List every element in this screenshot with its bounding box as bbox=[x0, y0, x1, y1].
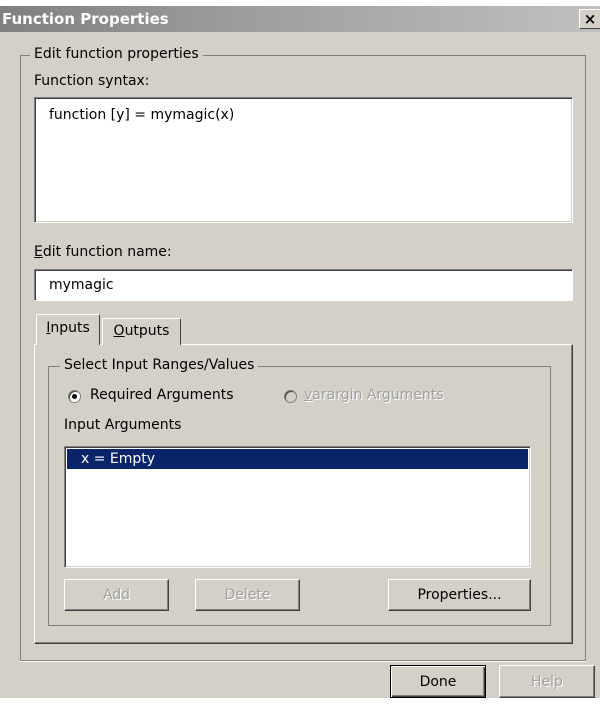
required-arguments-radio[interactable] bbox=[68, 390, 81, 403]
window-title: Function Properties bbox=[2, 10, 169, 28]
input-ranges-legend: Select Input Ranges/Values bbox=[60, 357, 259, 373]
help-button[interactable]: Help bbox=[499, 665, 595, 698]
edit-properties-legend: Edit function properties bbox=[30, 46, 203, 62]
edit-function-name-label-text: dit function name: bbox=[42, 244, 172, 260]
function-syntax-box: function [y] = mymagic(x) bbox=[34, 97, 573, 223]
add-button[interactable]: Add bbox=[64, 579, 169, 611]
varargin-arguments-label[interactable]: varargin Arguments bbox=[304, 387, 444, 403]
footer-separator bbox=[20, 660, 586, 662]
tab-inputs-label: nputs bbox=[50, 320, 90, 336]
tab-outputs-mnemonic: O bbox=[113, 323, 125, 339]
input-arguments-label: Input Arguments bbox=[64, 417, 182, 433]
function-syntax-label: Function syntax: bbox=[34, 73, 150, 89]
function-syntax-text: function [y] = mymagic(x) bbox=[49, 107, 235, 123]
input-arguments-list[interactable]: x = Empty bbox=[64, 446, 531, 568]
required-arguments-label[interactable]: Required Arguments bbox=[90, 387, 234, 403]
edit-function-name-label: Edit function name: bbox=[34, 244, 172, 260]
tab-outputs-label: utputs bbox=[124, 323, 170, 339]
close-button[interactable]: × bbox=[579, 9, 600, 29]
close-icon: × bbox=[583, 10, 597, 28]
radio-selected-dot bbox=[72, 394, 77, 399]
edit-function-name-mnemonic: E bbox=[34, 244, 43, 260]
function-properties-dialog: Function Properties × Edit function prop… bbox=[0, 6, 600, 698]
varargin-arguments-radio[interactable] bbox=[284, 390, 297, 403]
properties-button[interactable]: Properties... bbox=[388, 579, 531, 611]
tab-inputs[interactable]: Inputs bbox=[36, 314, 100, 345]
tab-outputs[interactable]: Outputs bbox=[102, 318, 181, 345]
delete-button[interactable]: Delete bbox=[195, 579, 300, 611]
function-name-input[interactable] bbox=[34, 269, 573, 301]
varargin-label-text: arargin Arguments bbox=[312, 387, 444, 403]
done-button[interactable]: Done bbox=[390, 665, 486, 698]
title-bar[interactable]: Function Properties × bbox=[0, 6, 600, 32]
list-item[interactable]: x = Empty bbox=[67, 449, 528, 469]
